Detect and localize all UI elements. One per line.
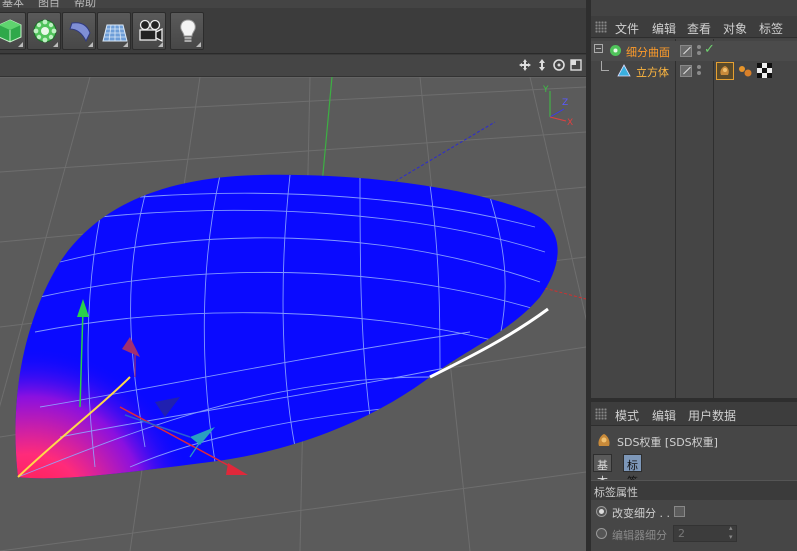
menu-item-script[interactable]: 图目 xyxy=(38,0,60,8)
attribute-manager: 模式 编辑 用户数据 SDS权重 [SDS权重] 基本 标签 标签属性 改变细分… xyxy=(591,402,797,551)
floor-scene-button[interactable] xyxy=(97,12,131,50)
light-button[interactable] xyxy=(170,12,204,50)
object-list xyxy=(591,39,797,398)
object-manager-menubar: 文件 编辑 查看 对象 标签 xyxy=(591,16,797,38)
maximize-view-icon[interactable] xyxy=(569,58,583,72)
menu-view[interactable]: 查看 xyxy=(687,20,711,37)
material-tag-icon[interactable] xyxy=(737,64,753,78)
menu-item-help[interactable]: 帮助 xyxy=(74,0,96,8)
zoom-view-icon[interactable] xyxy=(535,58,549,72)
object-row-cube[interactable]: 立方体 xyxy=(591,61,797,81)
panel-grip-icon[interactable] xyxy=(595,408,607,420)
animate-radio[interactable] xyxy=(596,528,607,539)
cube-primitive-button[interactable] xyxy=(0,12,26,50)
object-manager: 文件 编辑 查看 对象 标签 − 细分曲面 ✓ 立方体 xyxy=(591,0,797,398)
menu-objects[interactable]: 对象 xyxy=(723,20,747,37)
change-subdivision-row: 改变细分 . . xyxy=(591,501,797,523)
viewport-header xyxy=(0,55,586,77)
tree-connector xyxy=(601,61,609,71)
render-visibility-dots[interactable] xyxy=(697,44,703,58)
change-subdivision-checkbox[interactable] xyxy=(674,506,685,517)
rotate-view-icon[interactable] xyxy=(552,58,566,72)
enabled-checkmark-icon[interactable]: ✓ xyxy=(704,42,715,57)
cube-primitive-icon xyxy=(0,19,22,43)
menu-edit[interactable]: 编辑 xyxy=(652,407,676,424)
editor-subdivision-field[interactable]: 2 xyxy=(673,524,737,542)
panel-grip-icon[interactable] xyxy=(595,21,607,33)
sds-weight-tag-icon xyxy=(598,434,610,446)
floor-scene-icon xyxy=(102,24,128,42)
move-view-icon[interactable] xyxy=(518,58,532,72)
editor-subdivision-label: 编辑器细分 xyxy=(612,529,667,542)
texture-tag-icon[interactable] xyxy=(757,63,772,78)
menu-edit[interactable]: 编辑 xyxy=(652,20,676,37)
object-name[interactable]: 立方体 xyxy=(636,64,669,80)
deformer-bend-button[interactable] xyxy=(62,12,96,50)
menu-item-basic[interactable]: 基本 xyxy=(2,0,24,8)
menu-tags[interactable]: 标签 xyxy=(759,20,783,37)
subdivision-generator-button[interactable] xyxy=(27,12,61,50)
main-toolbar xyxy=(0,8,588,54)
collapse-toggle-icon[interactable]: − xyxy=(594,44,603,53)
attribute-manager-menubar: 模式 编辑 用户数据 xyxy=(591,402,797,426)
view-axis-y-label: Y xyxy=(542,85,549,95)
subdivision-surface-icon xyxy=(610,45,621,56)
main-menubar: 基本 图目 帮助 xyxy=(0,0,588,8)
render-visibility-dots[interactable] xyxy=(697,64,703,78)
view-orientation-axes: Y Z X xyxy=(542,85,573,128)
menu-user-data[interactable]: 用户数据 xyxy=(688,407,736,424)
editor-visibility-toggle[interactable] xyxy=(680,45,692,57)
view-axis-x-label: X xyxy=(567,118,573,128)
tab-tag[interactable]: 标签 xyxy=(623,454,642,488)
animate-radio[interactable] xyxy=(596,506,607,517)
menu-file[interactable]: 文件 xyxy=(615,20,639,37)
deformer-bend-icon xyxy=(69,22,91,43)
light-bulb-icon xyxy=(180,19,196,42)
change-subdivision-label: 改变细分 . . xyxy=(612,507,670,520)
object-name[interactable]: 细分曲面 xyxy=(626,44,670,60)
attribute-title: SDS权重 [SDS权重] xyxy=(617,436,718,449)
editor-visibility-toggle[interactable] xyxy=(680,65,692,77)
tab-basic[interactable]: 基本 xyxy=(593,454,612,488)
tag-properties-section[interactable]: 标签属性 xyxy=(591,480,797,500)
section-title: 标签属性 xyxy=(594,486,638,499)
viewport-scene[interactable]: Y Z X xyxy=(0,77,586,551)
object-row-subdivision-surface[interactable]: − 细分曲面 ✓ xyxy=(591,41,797,61)
subdivision-generator-icon xyxy=(33,19,57,43)
camera-icon xyxy=(139,19,163,43)
camera-button[interactable] xyxy=(132,12,166,50)
menu-mode[interactable]: 模式 xyxy=(615,407,639,424)
3d-viewport[interactable]: Y Z X xyxy=(0,55,586,551)
editor-subdivision-row: 编辑器细分 2 xyxy=(591,523,797,545)
subdivided-cube-mesh[interactable] xyxy=(0,174,558,527)
cube-object-icon xyxy=(617,64,631,77)
view-axis-z-label: Z xyxy=(562,98,568,108)
sds-weight-tag-icon[interactable] xyxy=(716,62,734,80)
